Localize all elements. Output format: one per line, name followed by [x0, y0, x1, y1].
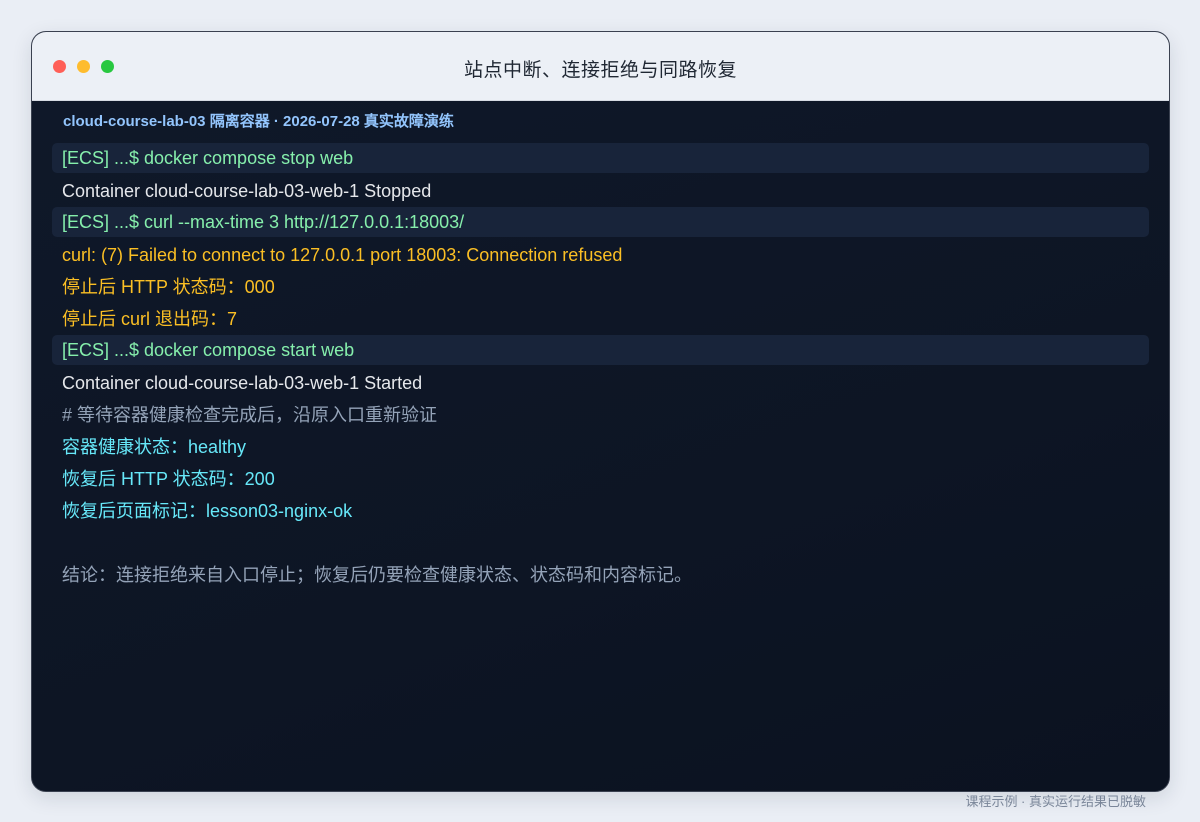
output-line: 结论：连接拒绝来自入口停止；恢复后仍要检查健康状态、状态码和内容标记。 [62, 565, 692, 585]
terminal-content[interactable]: cloud-course-lab-03 隔离容器 · 2026-07-28 真实… [32, 101, 1169, 791]
command-line: [ECS] ...$ docker compose stop web [52, 143, 1149, 173]
command-line: [ECS] ...$ docker compose start web [52, 335, 1149, 365]
window-titlebar: 站点中断、连接拒绝与同路恢复 [32, 32, 1169, 101]
output-line: Container cloud-course-lab-03-web-1 Stop… [62, 181, 432, 201]
footer-note: 课程示例 · 真实运行结果已脱敏 [965, 794, 1146, 809]
output-line: 停止后 curl 退出码：7 [62, 309, 238, 329]
window-title: 站点中断、连接拒绝与同路恢复 [463, 60, 737, 81]
output-line: 停止后 HTTP 状态码：000 [62, 277, 275, 297]
output-line: 恢复后 HTTP 状态码：200 [62, 469, 275, 489]
output-line: curl: (7) Failed to connect to 127.0.0.1… [62, 245, 623, 265]
command-line: [ECS] ...$ curl --max-time 3 http://127.… [52, 207, 1149, 237]
terminal-output: [ECS] ...$ docker compose stop web Contai… [52, 143, 1149, 591]
output-line: # 等待容器健康检查完成后，沿原入口重新验证 [62, 405, 438, 425]
output-line: 恢复后页面标记：lesson03-nginx-ok [62, 501, 353, 521]
terminal-window: 站点中断、连接拒绝与同路恢复 cloud-course-lab-03 隔离容器 … [31, 31, 1170, 792]
output-line: 容器健康状态：healthy [62, 437, 247, 457]
session-subtitle: cloud-course-lab-03 隔离容器 · 2026-07-28 真实… [63, 113, 454, 130]
output-line: Container cloud-course-lab-03-web-1 Star… [62, 373, 423, 393]
